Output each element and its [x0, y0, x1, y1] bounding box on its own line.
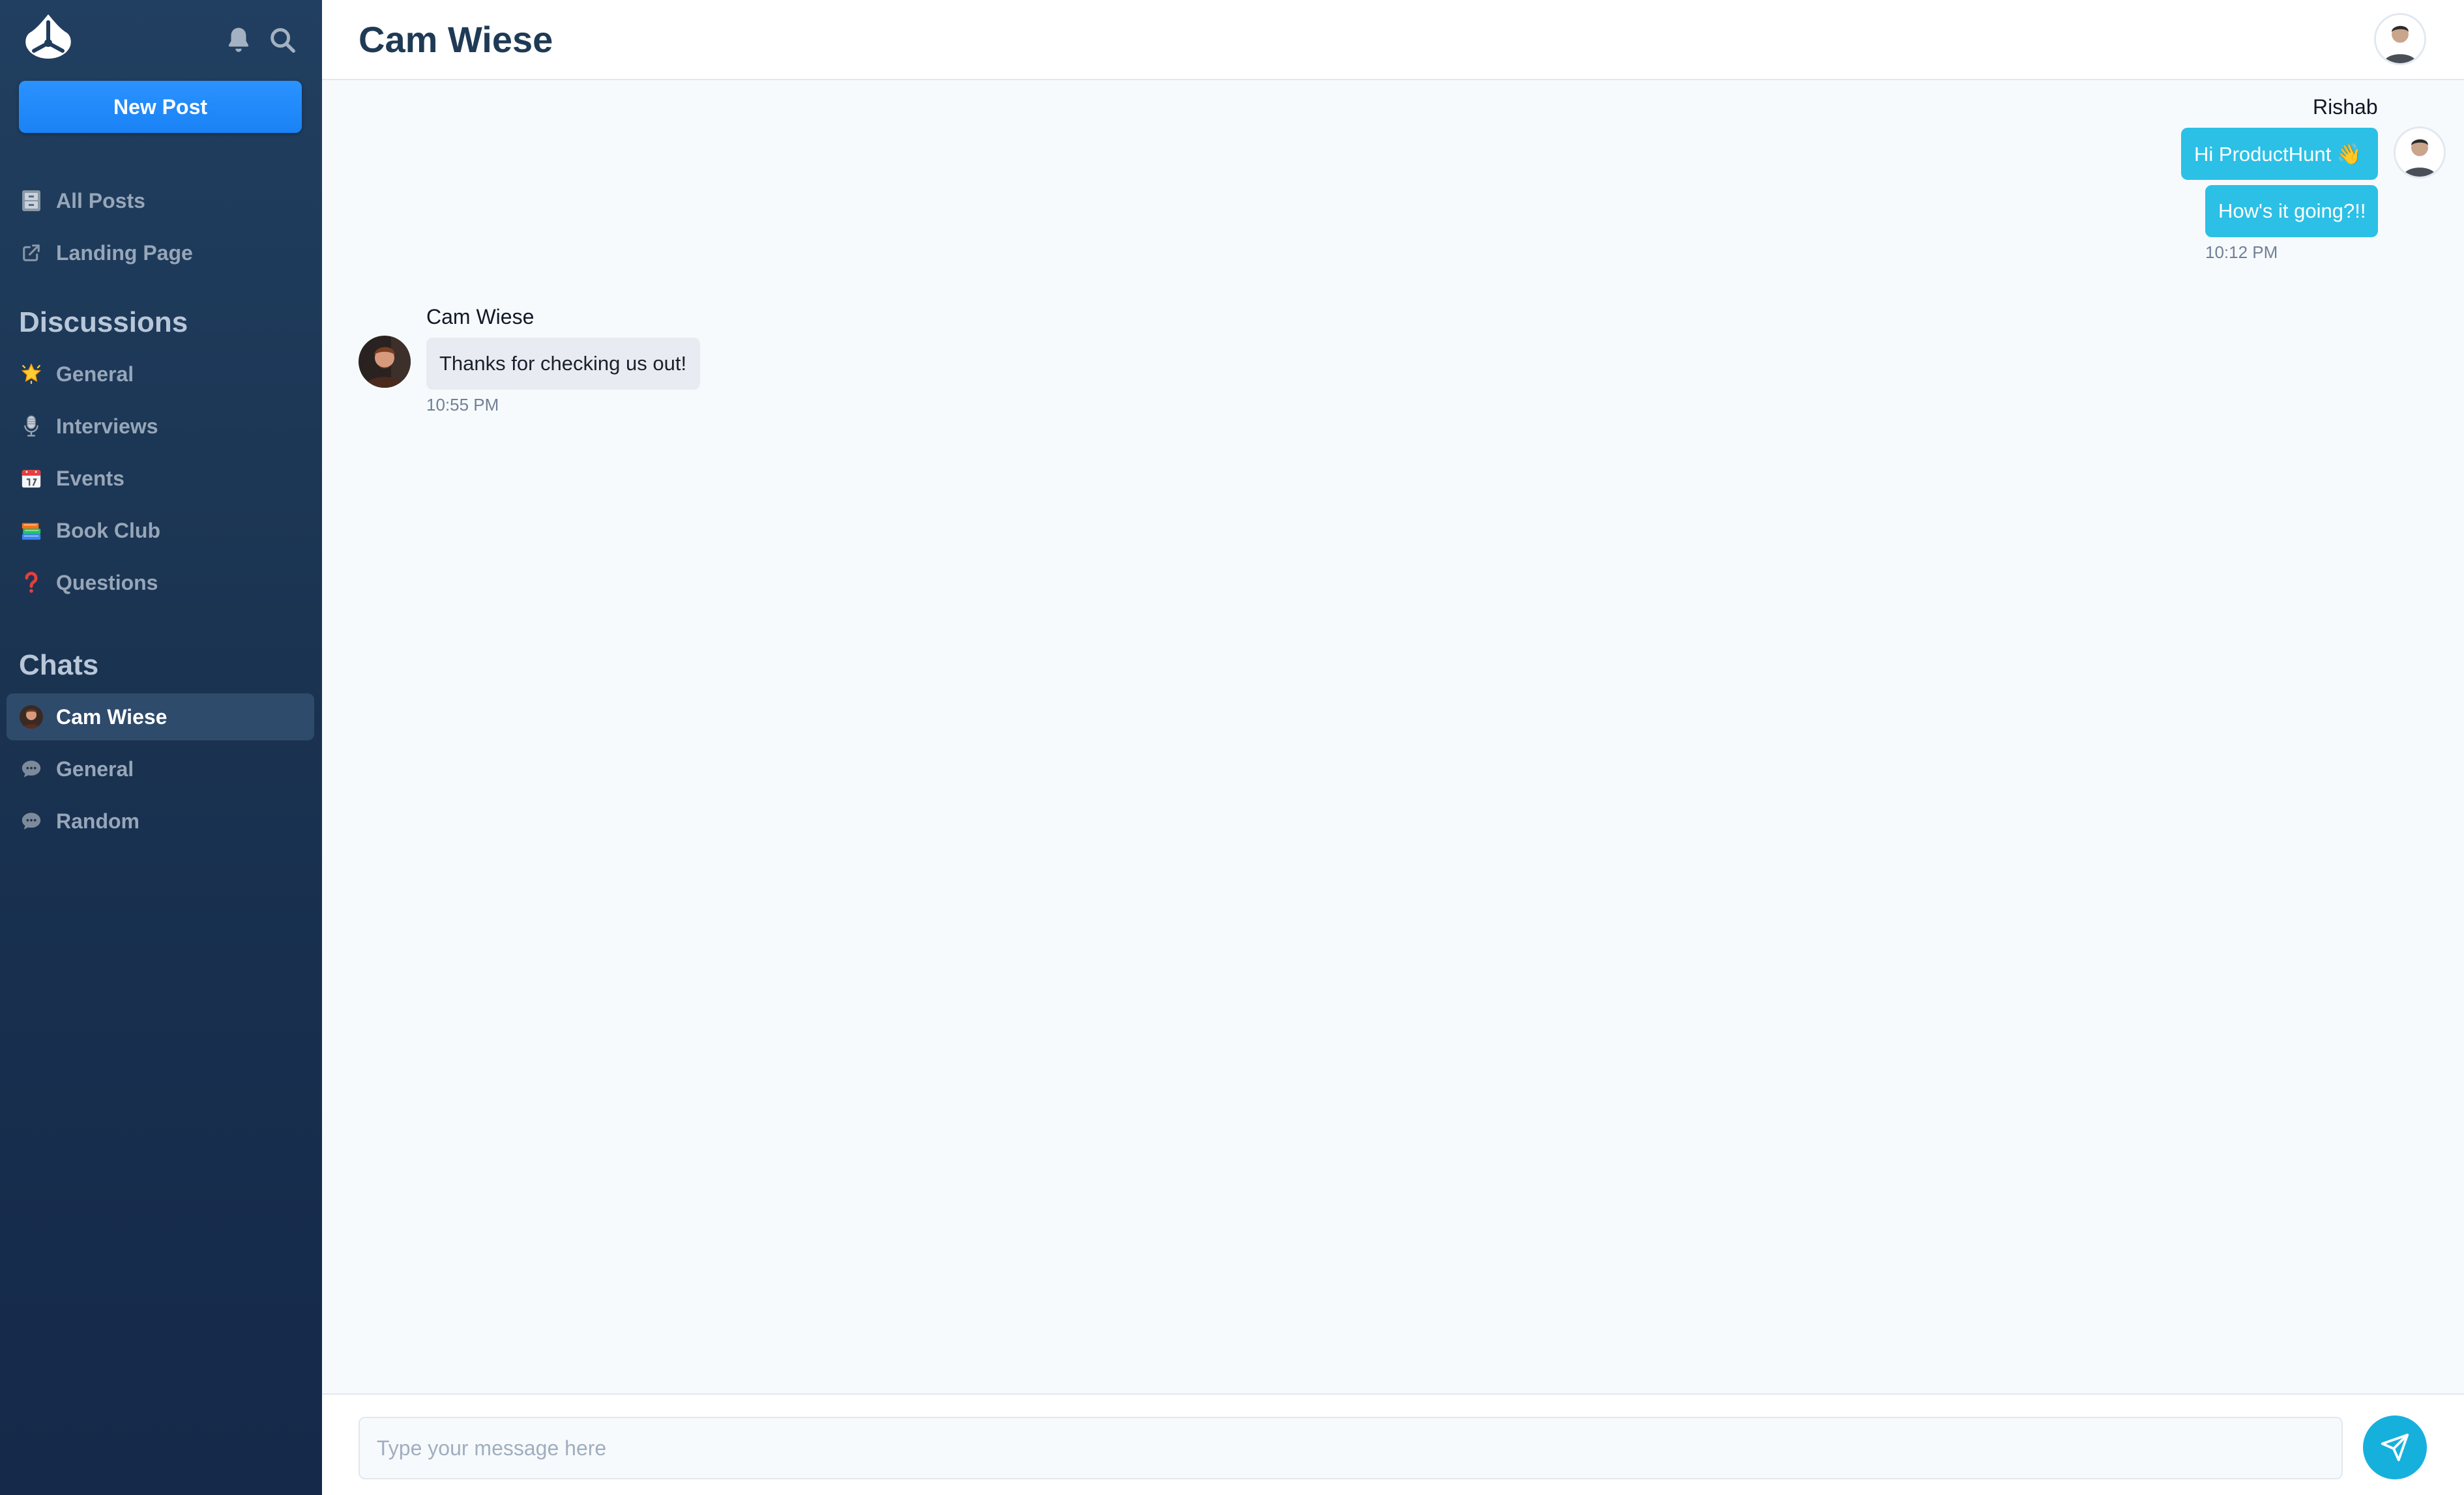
message-input[interactable] — [359, 1417, 2343, 1479]
send-icon — [2381, 1433, 2409, 1462]
send-button[interactable] — [2363, 1415, 2427, 1479]
avatar-icon — [20, 705, 43, 729]
new-post-button[interactable]: New Post — [19, 81, 302, 133]
cabinet-icon — [20, 189, 43, 212]
glowing-star-icon — [20, 362, 43, 386]
sidebar-item-book-club[interactable]: Book Club — [7, 507, 314, 554]
sidebar-item-label: Interviews — [56, 414, 158, 438]
app: New Post All Posts Landing Page Discussi… — [0, 0, 2464, 1495]
books-icon — [20, 519, 43, 542]
chat-header: Cam Wiese — [322, 0, 2464, 80]
sidebar-item-landing-page[interactable]: Landing Page — [7, 229, 314, 276]
message-sender-name: Cam Wiese — [426, 305, 535, 328]
message-sender-name: Rishab — [2313, 95, 2378, 119]
calendar-icon — [20, 467, 43, 490]
question-mark-icon — [20, 571, 43, 594]
message-composer — [322, 1393, 2464, 1495]
sidebar-item-chat-general[interactable]: General — [7, 746, 314, 792]
chat-panel: Cam Wiese Rishab Hi ProductHunt 👋 How's … — [322, 0, 2464, 1495]
discussions-heading: Discussions — [19, 306, 188, 338]
sidebar-item-chat-random[interactable]: Random — [7, 798, 314, 845]
message-bubble[interactable]: Hi ProductHunt 👋 — [2181, 128, 2378, 180]
sidebar-item-general-discussion[interactable]: General — [7, 351, 314, 398]
bell-icon[interactable] — [224, 25, 254, 55]
sidebar-item-label: Landing Page — [56, 240, 193, 265]
user-avatar[interactable] — [2374, 13, 2426, 65]
sidebar-item-all-posts[interactable]: All Posts — [7, 177, 314, 224]
sidebar: New Post All Posts Landing Page Discussi… — [0, 0, 322, 1495]
sidebar-item-questions[interactable]: Questions — [7, 559, 314, 606]
page-title: Cam Wiese — [359, 19, 553, 60]
sidebar-item-label: Book Club — [56, 518, 160, 542]
microphone-icon — [20, 414, 43, 438]
sender-avatar — [2394, 126, 2446, 179]
chat-bubble-icon — [20, 757, 43, 781]
logo-icon[interactable] — [22, 13, 74, 61]
message-bubble[interactable]: Thanks for checking us out! — [426, 338, 700, 390]
sender-avatar — [359, 336, 411, 388]
sidebar-item-label: General — [56, 757, 134, 781]
sidebar-item-label: Events — [56, 466, 125, 490]
message-timestamp: 10:12 PM — [2205, 242, 2278, 262]
sidebar-item-interviews[interactable]: Interviews — [7, 403, 314, 450]
message-bubble[interactable]: How's it going?!! — [2205, 185, 2378, 237]
sidebar-item-label: General — [56, 362, 134, 386]
search-icon[interactable] — [267, 25, 297, 55]
chat-bubble-icon — [20, 809, 43, 833]
sidebar-item-label: All Posts — [56, 188, 145, 212]
sidebar-item-label: Cam Wiese — [56, 704, 168, 729]
sidebar-item-chat-cam-wiese[interactable]: Cam Wiese — [7, 693, 314, 740]
chats-heading: Chats — [19, 649, 99, 681]
external-link-icon — [20, 241, 43, 265]
message-timestamp: 10:55 PM — [426, 395, 499, 414]
sidebar-item-label: Random — [56, 809, 139, 833]
sidebar-item-events[interactable]: Events — [7, 455, 314, 502]
sidebar-item-label: Questions — [56, 570, 158, 594]
